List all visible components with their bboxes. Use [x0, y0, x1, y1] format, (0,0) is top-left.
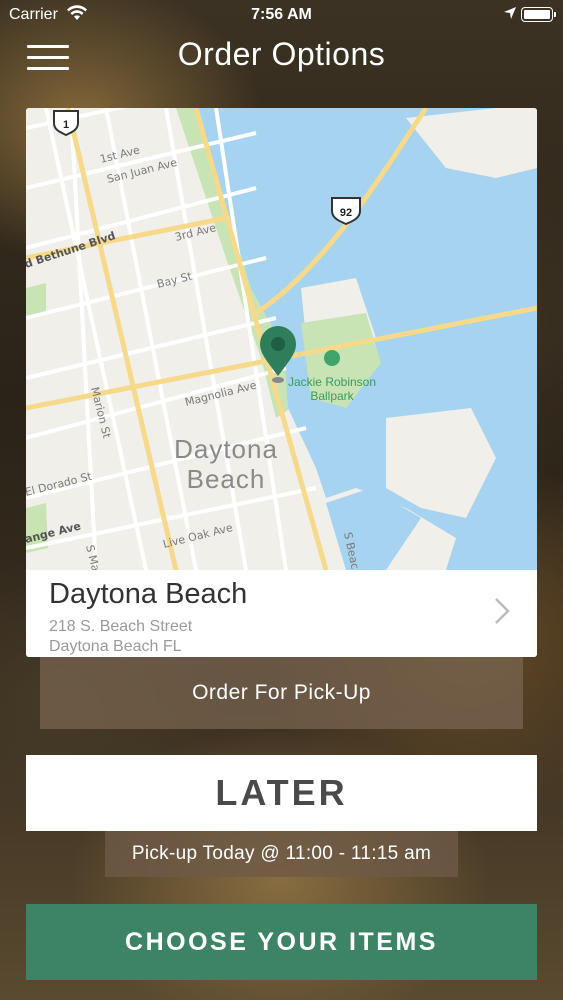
svg-text:Daytona: Daytona — [174, 434, 278, 464]
highway-92-shield: 92 — [331, 197, 361, 226]
choose-items-button[interactable]: CHOOSE YOUR ITEMS — [26, 904, 537, 980]
status-bar: Carrier 7:56 AM — [0, 0, 563, 30]
location-card[interactable]: 1 92 1st Ave San Juan Ave 3rd Ave Bay St… — [26, 108, 537, 657]
store-name: Daytona Beach — [49, 578, 248, 610]
svg-text:Jackie Robinson: Jackie Robinson — [288, 375, 376, 389]
order-type-button[interactable]: Order For Pick-Up — [40, 657, 523, 729]
store-address-line1: 218 S. Beach Street — [49, 618, 193, 635]
chevron-right-icon[interactable] — [493, 596, 511, 626]
store-address-line2: Daytona Beach FL — [49, 638, 182, 655]
park-icon — [324, 350, 340, 366]
battery-icon — [521, 7, 556, 22]
pickup-time-label[interactable]: Pick-up Today @ 11:00 - 11:15 am — [105, 831, 458, 877]
svg-text:Ballpark: Ballpark — [310, 389, 354, 403]
clock: 7:56 AM — [251, 6, 312, 23]
svg-text:Beach: Beach — [187, 464, 266, 494]
highway-1-shield: 1 — [53, 110, 79, 137]
location-details[interactable]: Daytona Beach 218 S. Beach Street Dayton… — [26, 570, 537, 657]
store-map[interactable]: 1 92 1st Ave San Juan Ave 3rd Ave Bay St… — [26, 108, 537, 570]
location-arrow-icon — [504, 7, 516, 19]
later-button[interactable]: LATER — [26, 755, 537, 831]
svg-text:92: 92 — [340, 207, 352, 219]
svg-text:1: 1 — [63, 119, 69, 131]
page-title: Order Options — [177, 36, 386, 72]
